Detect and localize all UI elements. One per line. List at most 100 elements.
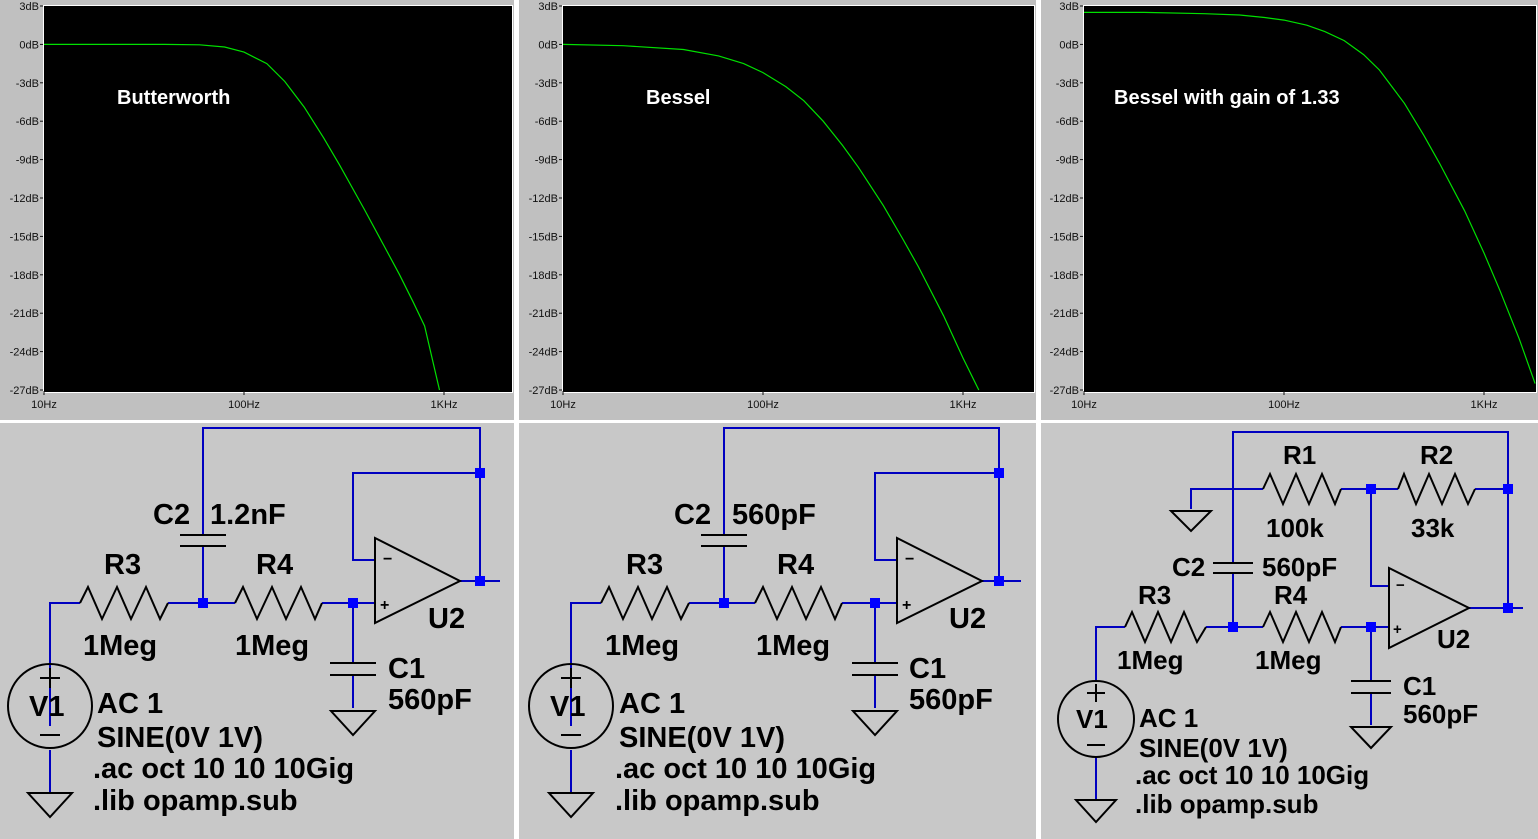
c2-symbol[interactable] bbox=[701, 534, 747, 547]
opamp-name: U2 bbox=[428, 603, 465, 635]
opamp-minus-label: − bbox=[1396, 577, 1405, 594]
r4-name: R4 bbox=[1274, 580, 1308, 610]
schematic-panel-2: − + C2 560pF R3 1Meg R4 1Meg C1 560pF U2… bbox=[519, 423, 1036, 839]
r4-name: R4 bbox=[777, 549, 814, 581]
plot-panel-1: 3dB 0dB -3dB -6dB -9dB -12dB -15dB -18dB -21dB -2… bbox=[0, 0, 514, 420]
y-tick-label: -27dB bbox=[10, 385, 39, 397]
x-tick-label: 1KHz bbox=[1471, 399, 1498, 411]
junctions-1 bbox=[198, 468, 485, 608]
c2-name: C2 bbox=[1172, 552, 1205, 582]
c2-symbol[interactable] bbox=[1213, 562, 1253, 574]
r2-symbol[interactable] bbox=[1397, 471, 1476, 507]
directive-lib: .lib opamp.sub bbox=[93, 785, 298, 817]
c1-symbol[interactable] bbox=[330, 662, 376, 676]
r1-symbol[interactable] bbox=[1262, 471, 1342, 507]
c1-symbol[interactable] bbox=[852, 662, 898, 676]
y-tick-label: -18dB bbox=[529, 270, 558, 282]
ground-icon bbox=[25, 792, 75, 819]
plot-panel-3: 3dB 0dB -3dB -6dB -9dB -12dB -15dB -18dB -21dB -2… bbox=[1041, 0, 1538, 420]
x-tick-label: 100Hz bbox=[228, 399, 260, 411]
directive-lib: .lib opamp.sub bbox=[1135, 789, 1318, 819]
r4-value: 1Meg bbox=[235, 630, 309, 662]
source-name: V1 bbox=[550, 691, 585, 723]
y-tick-label: -15dB bbox=[529, 231, 558, 243]
y-tick-label: 0dB bbox=[1059, 39, 1079, 51]
c1-name: C1 bbox=[388, 653, 425, 685]
opamp-name: U2 bbox=[1437, 624, 1470, 654]
y-tick-label: -21dB bbox=[1050, 308, 1079, 320]
ground-icon bbox=[546, 792, 596, 819]
ground-icon bbox=[328, 710, 378, 737]
plot-svg-3: 3dB 0dB -3dB -6dB -9dB -12dB -15dB -18dB -21dB -2… bbox=[1050, 1, 1536, 411]
schematic-canvas-1[interactable]: − + C2 1.2nF R3 1Meg R4 1Meg C1 560pF U2… bbox=[0, 423, 514, 839]
schematic-canvas-2[interactable]: − + C2 560pF R3 1Meg R4 1Meg C1 560pF U2… bbox=[519, 423, 1036, 839]
c1-value: 560pF bbox=[1403, 699, 1478, 729]
r3-name: R3 bbox=[626, 549, 663, 581]
y-tick-label: -18dB bbox=[1050, 270, 1079, 282]
opamp-minus-label: − bbox=[383, 551, 392, 568]
r3-symbol[interactable] bbox=[79, 584, 169, 622]
y-tick-label: -24dB bbox=[1050, 347, 1079, 359]
y-tick-label: -9dB bbox=[1056, 155, 1079, 167]
directive-ac: AC 1 bbox=[1139, 703, 1198, 733]
schematic-panel-3: − + R1 100k R2 33k C2 560pF R3 1Meg R4 1… bbox=[1041, 423, 1538, 839]
c1-value: 560pF bbox=[909, 684, 993, 716]
y-tick-label: -27dB bbox=[529, 385, 558, 397]
r3-name: R3 bbox=[1138, 580, 1171, 610]
r3-symbol[interactable] bbox=[600, 584, 690, 622]
response-trace bbox=[562, 43, 980, 391]
r4-value: 1Meg bbox=[756, 630, 830, 662]
x-tick-label: 10Hz bbox=[1071, 399, 1097, 411]
y-tick-label: 0dB bbox=[538, 39, 558, 51]
r4-symbol[interactable] bbox=[754, 584, 843, 622]
y-tick-label: -3dB bbox=[535, 78, 558, 90]
response-trace bbox=[44, 43, 441, 391]
c1-symbol[interactable] bbox=[1351, 680, 1391, 694]
y-tick-label: -24dB bbox=[529, 347, 558, 359]
y-tick-label: -9dB bbox=[535, 155, 558, 167]
x-tick-label: 10Hz bbox=[550, 399, 576, 411]
plot-svg-2: 3dB 0dB -3dB -6dB -9dB -12dB -15dB -18dB -21dB -2… bbox=[529, 1, 980, 411]
opamp-plus-label: + bbox=[902, 597, 911, 614]
opamp-plus-label: + bbox=[1393, 621, 1402, 638]
c2-value: 1.2nF bbox=[210, 499, 286, 531]
c2-value: 560pF bbox=[732, 499, 816, 531]
y-tick-label: -27dB bbox=[1050, 385, 1079, 397]
y-tick-label: -21dB bbox=[10, 308, 39, 320]
ground-icon bbox=[1073, 799, 1119, 824]
directive-ac: AC 1 bbox=[97, 688, 163, 720]
y-tick-label: -12dB bbox=[529, 193, 558, 205]
c1-value: 560pF bbox=[388, 684, 472, 716]
r4-symbol[interactable] bbox=[234, 584, 323, 622]
y-tick-label: -21dB bbox=[529, 308, 558, 320]
directive-ac-analysis: .ac oct 10 10 10Gig bbox=[93, 753, 354, 785]
r1-name: R1 bbox=[1283, 440, 1316, 470]
directive-ac: AC 1 bbox=[619, 688, 685, 720]
y-tick-label: -6dB bbox=[1056, 116, 1079, 128]
y-tick-label: 3dB bbox=[538, 1, 558, 13]
source-name: V1 bbox=[1076, 704, 1108, 734]
r3-name: R3 bbox=[104, 549, 141, 581]
r3-value: 1Meg bbox=[83, 630, 157, 662]
y-tick-label: -12dB bbox=[10, 193, 39, 205]
x-tick-label: 1KHz bbox=[431, 399, 458, 411]
y-tick-label: -15dB bbox=[10, 231, 39, 243]
directive-lib: .lib opamp.sub bbox=[615, 785, 820, 817]
y-tick-label: -9dB bbox=[16, 155, 39, 167]
schematic-canvas-3[interactable]: − + R1 100k R2 33k C2 560pF R3 1Meg R4 1… bbox=[1041, 423, 1538, 839]
r4-symbol[interactable] bbox=[1262, 609, 1342, 645]
c2-symbol[interactable] bbox=[180, 534, 226, 547]
r3-symbol[interactable] bbox=[1124, 609, 1207, 645]
y-tick-label: -6dB bbox=[16, 116, 39, 128]
directive-ac-analysis: .ac oct 10 10 10Gig bbox=[1135, 760, 1369, 790]
r4-value: 1Meg bbox=[1255, 645, 1321, 675]
junctions-2 bbox=[719, 468, 1004, 608]
c2-value: 560pF bbox=[1262, 552, 1337, 582]
y-tick-label: -15dB bbox=[1050, 231, 1079, 243]
y-tick-label: -24dB bbox=[10, 347, 39, 359]
y-tick-label: 0dB bbox=[19, 39, 39, 51]
r1-value: 100k bbox=[1266, 513, 1324, 543]
x-tick-label: 100Hz bbox=[1268, 399, 1300, 411]
c1-name: C1 bbox=[1403, 671, 1436, 701]
plot-annotation-label: Bessel with gain of 1.33 bbox=[1114, 87, 1340, 109]
